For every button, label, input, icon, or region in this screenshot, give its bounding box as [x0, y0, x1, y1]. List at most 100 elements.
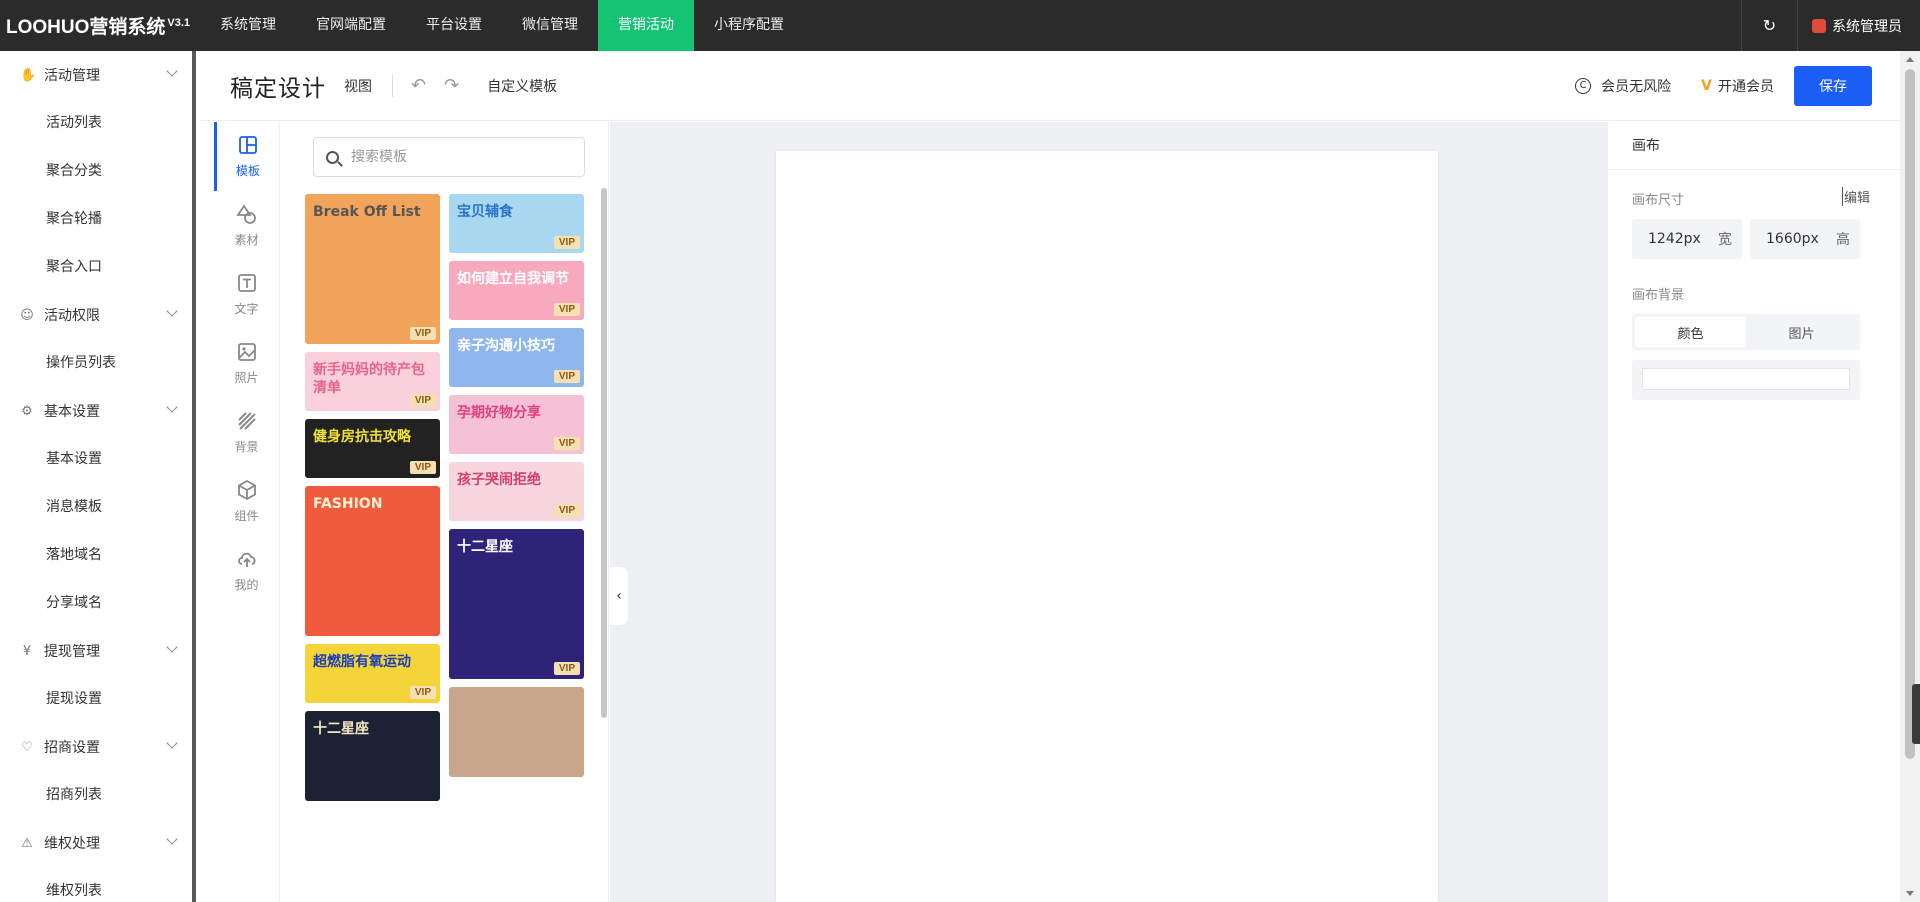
member-risk-link[interactable]: C 会员无风险: [1575, 76, 1671, 96]
sidebar-group-label: 基本设置: [44, 404, 100, 420]
tab-image[interactable]: 图片: [1746, 317, 1857, 347]
brand-logo[interactable]: LOOHUO营销系统 V3.1: [0, 12, 200, 39]
cube-icon: [236, 479, 258, 501]
bg-color-picker[interactable]: [1632, 360, 1860, 400]
scroll-down-icon[interactable]: [1906, 891, 1914, 896]
sidebar-group[interactable]: ✋ 活动管理: [0, 51, 192, 99]
sidebar-group[interactable]: ♡ 招商设置: [0, 723, 192, 771]
vip-icon: V: [1701, 77, 1712, 94]
template-thumbnail[interactable]: 十二星座: [305, 711, 440, 801]
topnav-item[interactable]: 平台设置: [406, 0, 502, 51]
chevron-left-icon: ‹: [616, 588, 622, 604]
floating-widget-tab[interactable]: [1912, 684, 1920, 744]
panel-scrollbar[interactable]: [601, 188, 607, 718]
template-thumbnail[interactable]: 宝贝辅食 VIP: [449, 194, 584, 253]
sidebar-item[interactable]: 落地域名: [0, 531, 192, 579]
topnav-item[interactable]: 微信管理: [502, 0, 598, 51]
template-thumbnail[interactable]: 孩子哭闹拒绝 VIP: [449, 462, 584, 521]
props-title: 画布: [1608, 122, 1900, 170]
hand-icon: ✋: [20, 67, 37, 83]
sidebar-item[interactable]: 聚合分类: [0, 147, 192, 195]
topnav-item[interactable]: 营销活动: [598, 0, 694, 51]
template-thumbnail[interactable]: 十二星座 VIP: [449, 529, 584, 679]
tool-cloud-upload[interactable]: 我的: [214, 536, 279, 605]
warning-icon: ⚠: [21, 835, 33, 851]
sidebar-item[interactable]: 提现设置: [0, 675, 192, 723]
scroll-up-icon[interactable]: [1906, 57, 1914, 62]
user-icon: ☺: [20, 307, 34, 323]
template-thumbnail[interactable]: Break Off List VIP: [305, 194, 440, 344]
scroll-thumb[interactable]: [1905, 69, 1915, 759]
template-thumbnail[interactable]: 孕期好物分享 VIP: [449, 395, 584, 454]
search-icon: [326, 150, 339, 164]
divider: [392, 74, 393, 97]
sidebar-item[interactable]: 聚合入口: [0, 243, 192, 291]
sidebar-item[interactable]: 基本设置: [0, 435, 192, 483]
sidebar-group[interactable]: ⚙ 基本设置: [0, 387, 192, 435]
tool-shapes[interactable]: 素材: [214, 191, 279, 260]
template-thumbnail[interactable]: FASHION: [305, 486, 440, 636]
open-member-label: 开通会员: [1718, 78, 1774, 95]
shapes-icon: [235, 203, 258, 225]
undo-icon[interactable]: ↶: [411, 75, 426, 96]
sidebar-item[interactable]: 维权列表: [0, 867, 192, 902]
sidebar-group[interactable]: ¥ 提现管理: [0, 627, 192, 675]
edit-size-link[interactable]: 编辑: [1841, 187, 1870, 206]
template-thumbnail[interactable]: [449, 687, 584, 777]
tool-background[interactable]: 背景: [214, 398, 279, 467]
tool-text[interactable]: 文字: [214, 260, 279, 329]
template-title: 孕期好物分享: [457, 405, 541, 421]
sidebar-item[interactable]: 招商列表: [0, 771, 192, 819]
template-thumbnail[interactable]: 如何建立自我调节 VIP: [449, 261, 584, 320]
template-thumbnail[interactable]: 健身房抗击攻略 VIP: [305, 419, 440, 478]
redo-icon[interactable]: ↷: [444, 75, 459, 96]
tool-photo[interactable]: 照片: [214, 329, 279, 398]
sidebar-group-label: 活动管理: [44, 68, 100, 84]
cloud-upload-icon: [236, 548, 258, 570]
user-menu[interactable]: 系统管理员: [1797, 0, 1920, 51]
custom-template-button[interactable]: 自定义模板: [487, 76, 557, 96]
template-grid: Break Off List VIP 新手妈妈的待产包清单 VIP 健身房抗击攻略 VIP…: [305, 194, 585, 902]
sidebar: ✋ 活动管理 活动列表 聚合分类 聚合轮播 聚合入口 ☺ 活动权限 操作员列表 ⚙ 基本设置 基本设置…: [0, 51, 196, 902]
sidebar-group[interactable]: ☺ 活动权限: [0, 291, 192, 339]
template-thumbnail[interactable]: 新手妈妈的待产包清单 VIP: [305, 352, 440, 411]
color-swatch[interactable]: [1642, 368, 1850, 390]
tool-label: 素材: [234, 233, 259, 247]
canvas-size-label: 画布尺寸: [1632, 193, 1685, 208]
template-title: 如何建立自我调节: [457, 271, 569, 287]
sidebar-item[interactable]: 聚合轮播: [0, 195, 192, 243]
tab-color[interactable]: 颜色: [1635, 317, 1746, 347]
template-thumbnail[interactable]: 亲子沟通小技巧 VIP: [449, 328, 584, 387]
sidebar-group[interactable]: ⚠ 维权处理: [0, 819, 192, 867]
user-name: 系统管理员: [1832, 18, 1902, 35]
tool-template[interactable]: 模板: [214, 122, 279, 191]
vip-badge: VIP: [409, 686, 436, 699]
tool-cube[interactable]: 组件: [214, 467, 279, 536]
page-scrollbar[interactable]: [1900, 51, 1920, 902]
width-field[interactable]: 1242px 宽: [1632, 219, 1742, 259]
topnav-item[interactable]: 系统管理: [200, 0, 296, 51]
gear-icon: ⚙: [21, 403, 33, 419]
sidebar-item[interactable]: 分享域名: [0, 579, 192, 627]
sidebar-item[interactable]: 消息模板: [0, 483, 192, 531]
version-badge: V3.1: [167, 16, 191, 29]
text-icon: [236, 272, 258, 294]
tool-rail: 模板素材文字 照片 背景 组件 我的: [214, 122, 280, 902]
collapse-panel-button[interactable]: ‹: [610, 567, 628, 625]
view-button[interactable]: 视图: [344, 76, 372, 96]
topnav-item[interactable]: 小程序配置: [694, 0, 804, 51]
open-member-button[interactable]: V 开通会员: [1701, 76, 1774, 96]
topnav-item[interactable]: 官网端配置: [296, 0, 406, 51]
template-title: FASHION: [313, 496, 383, 512]
design-canvas[interactable]: [776, 151, 1438, 902]
save-button[interactable]: 保存: [1794, 65, 1872, 106]
template-thumbnail[interactable]: 超燃脂有氧运动 VIP: [305, 644, 440, 703]
copyright-icon: C: [1575, 77, 1592, 94]
search-input[interactable]: [351, 149, 571, 165]
refresh-icon[interactable]: ↻: [1741, 0, 1797, 51]
sidebar-item[interactable]: 活动列表: [0, 99, 192, 147]
sidebar-item[interactable]: 操作员列表: [0, 339, 192, 387]
template-title: 亲子沟通小技巧: [457, 338, 555, 354]
height-field[interactable]: 1660px 高: [1750, 219, 1860, 259]
search-box[interactable]: [313, 137, 585, 177]
